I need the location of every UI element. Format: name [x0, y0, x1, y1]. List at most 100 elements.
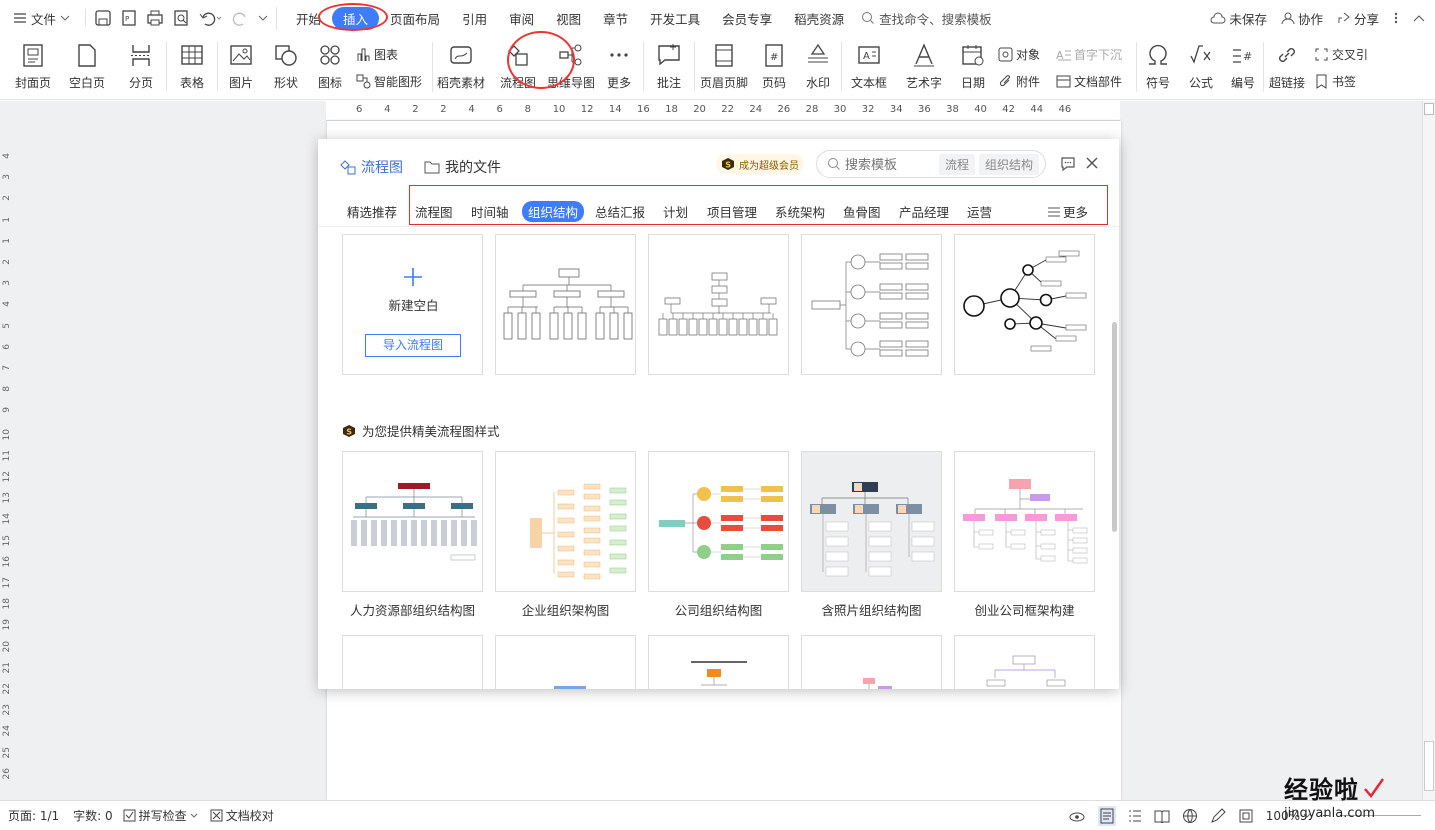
numbering-button[interactable]: # 编号: [1223, 36, 1263, 99]
collab-button[interactable]: 协作: [1281, 9, 1323, 28]
vertical-ruler[interactable]: 4 3 2 1 1 2 3 4 5 6 7 8 9 10 11 12 13 14 15 16 17 18 19 20 21 22 2…: [0, 121, 16, 800]
dropcap-button[interactable]: A 首字下沉: [1056, 46, 1132, 63]
header-footer-label: 页眉页脚: [699, 76, 748, 90]
search-chip-org[interactable]: 组织结构: [979, 153, 1040, 175]
header-footer-button[interactable]: 页眉页脚: [695, 36, 753, 99]
customize-qat-icon[interactable]: [258, 9, 268, 27]
wordart-button[interactable]: 艺术字: [896, 36, 952, 99]
comment-button[interactable]: 批注: [644, 36, 694, 99]
eye-protection-icon[interactable]: [1068, 809, 1086, 823]
more-insert-button[interactable]: 更多: [595, 36, 643, 99]
page-number-button[interactable]: # 页码: [753, 36, 795, 99]
file-menu[interactable]: 文件: [0, 9, 81, 28]
share-button[interactable]: 分享: [1337, 9, 1379, 28]
chart-button[interactable]: 图表: [356, 46, 428, 63]
print-preview-icon[interactable]: [172, 9, 190, 27]
reading-view-icon[interactable]: [1154, 809, 1170, 823]
import-flowchart-button[interactable]: 导入流程图: [365, 334, 461, 357]
blank-page-button[interactable]: 空白页: [58, 36, 116, 99]
premium-card-startup-org[interactable]: [954, 451, 1095, 592]
smart-art-button[interactable]: 智能图形: [356, 73, 428, 90]
cover-page-button[interactable]: 封面页: [8, 36, 58, 99]
tab-my-files[interactable]: 我的文件: [424, 157, 501, 177]
vertical-scrollbar[interactable]: [1422, 101, 1435, 800]
word-count[interactable]: 字数: 0: [73, 807, 113, 824]
premium-card-row3-2[interactable]: [495, 635, 636, 689]
horizontal-ruler[interactable]: 6 4 2 2 4 6 8 10 12 14 16 18 20 22 24 26 28 30 32 34 36 38 40 4…: [326, 101, 1120, 121]
category-featured[interactable]: 精选推荐: [347, 202, 397, 221]
doc-part-button[interactable]: 文档部件: [1056, 73, 1132, 90]
premium-card-row3-4[interactable]: [801, 635, 942, 689]
template-card-org-basic[interactable]: [495, 234, 636, 375]
daoke-material-button[interactable]: 稻壳素材: [433, 36, 489, 99]
template-search[interactable]: 流程 组织结构: [816, 150, 1046, 178]
tab-review[interactable]: 审阅: [498, 9, 545, 28]
tab-layout[interactable]: 页面布局: [379, 9, 451, 28]
new-blank-card[interactable]: 新建空白 导入流程图: [342, 234, 483, 375]
export-pdf-icon[interactable]: P: [120, 9, 138, 27]
textbox-button[interactable]: A 文本框: [842, 36, 896, 99]
tab-flowchart[interactable]: 流程图: [340, 157, 403, 177]
page-count[interactable]: 页面: 1/1: [8, 807, 59, 824]
unsaved-status[interactable]: 未保存: [1210, 9, 1267, 28]
command-search[interactable]: 查找命令、搜索模板: [861, 9, 992, 28]
attachment-button[interactable]: 附件: [998, 73, 1048, 90]
tab-references[interactable]: 引用: [451, 9, 498, 28]
hyperlink-button[interactable]: 超链接: [1264, 36, 1310, 99]
more-insert-label: 更多: [606, 76, 631, 90]
icon-library-button[interactable]: 图标: [308, 36, 352, 99]
doc-proofread-button[interactable]: 文档校对: [210, 807, 274, 824]
feedback-icon[interactable]: [1060, 156, 1076, 172]
more-vertical-icon[interactable]: [1393, 11, 1399, 25]
close-icon[interactable]: [1085, 156, 1099, 170]
date-button[interactable]: 日期: [952, 36, 994, 99]
search-chip-flow[interactable]: 流程: [939, 153, 976, 175]
tab-daoke[interactable]: 稻壳资源: [783, 9, 855, 28]
save-icon[interactable]: [94, 9, 112, 27]
formula-button[interactable]: 公式: [1179, 36, 1223, 99]
scroll-bottom-controls[interactable]: [1424, 741, 1434, 791]
vip-upgrade-badge[interactable]: S 成为超级会员: [716, 154, 804, 174]
premium-card-row3-5[interactable]: [954, 635, 1095, 689]
tab-section[interactable]: 章节: [592, 9, 639, 28]
wordart-label: 艺术字: [905, 76, 942, 90]
template-card-org-wide[interactable]: [648, 234, 789, 375]
premium-card-photo-org[interactable]: [801, 451, 942, 592]
premium-card-enterprise-org[interactable]: [495, 451, 636, 592]
scroll-up-button[interactable]: [1424, 103, 1434, 115]
write-mode-icon[interactable]: [1210, 807, 1226, 824]
gallery-scrollbar[interactable]: [1112, 322, 1117, 532]
tab-member[interactable]: 会员专享: [711, 9, 783, 28]
page-view-icon[interactable]: [1097, 805, 1116, 826]
spell-check-button[interactable]: 拼写检查: [123, 807, 198, 824]
premium-card-company-org[interactable]: [648, 451, 789, 592]
textbox-label: 文本框: [850, 76, 887, 90]
undo-icon[interactable]: [198, 9, 224, 27]
template-card-bubble-tree[interactable]: [954, 234, 1095, 375]
object-button[interactable]: 对象: [998, 46, 1048, 63]
collapse-ribbon-icon[interactable]: [1413, 13, 1425, 23]
fit-page-icon[interactable]: [1238, 808, 1254, 824]
symbol-button[interactable]: 符号: [1137, 36, 1179, 99]
picture-button[interactable]: 图片: [218, 36, 264, 99]
print-icon[interactable]: [146, 9, 164, 27]
table-button[interactable]: 表格: [167, 36, 217, 99]
chevron-down-icon: [190, 813, 198, 819]
shape-button[interactable]: 形状: [264, 36, 308, 99]
doc-part-label: 文档部件: [1074, 74, 1123, 89]
page-break-button[interactable]: 分页: [116, 36, 166, 99]
web-view-icon[interactable]: [1182, 808, 1198, 824]
bookmark-button[interactable]: 书签: [1314, 73, 1366, 90]
premium-card-row3-3[interactable]: [648, 635, 789, 689]
shape-icon: [273, 42, 299, 68]
premium-card-hr-org[interactable]: [342, 451, 483, 592]
watermark-button[interactable]: 水印: [795, 36, 841, 99]
redo-icon[interactable]: [232, 9, 250, 27]
tab-view[interactable]: 视图: [545, 9, 592, 28]
tab-developer[interactable]: 开发工具: [639, 9, 711, 28]
premium-card-row3-1[interactable]: [342, 635, 483, 689]
cross-reference-button[interactable]: 交叉引: [1314, 46, 1368, 63]
template-card-tree-horizontal[interactable]: [801, 234, 942, 375]
template-search-input[interactable]: [845, 156, 935, 172]
outline-view-icon[interactable]: [1128, 809, 1142, 823]
